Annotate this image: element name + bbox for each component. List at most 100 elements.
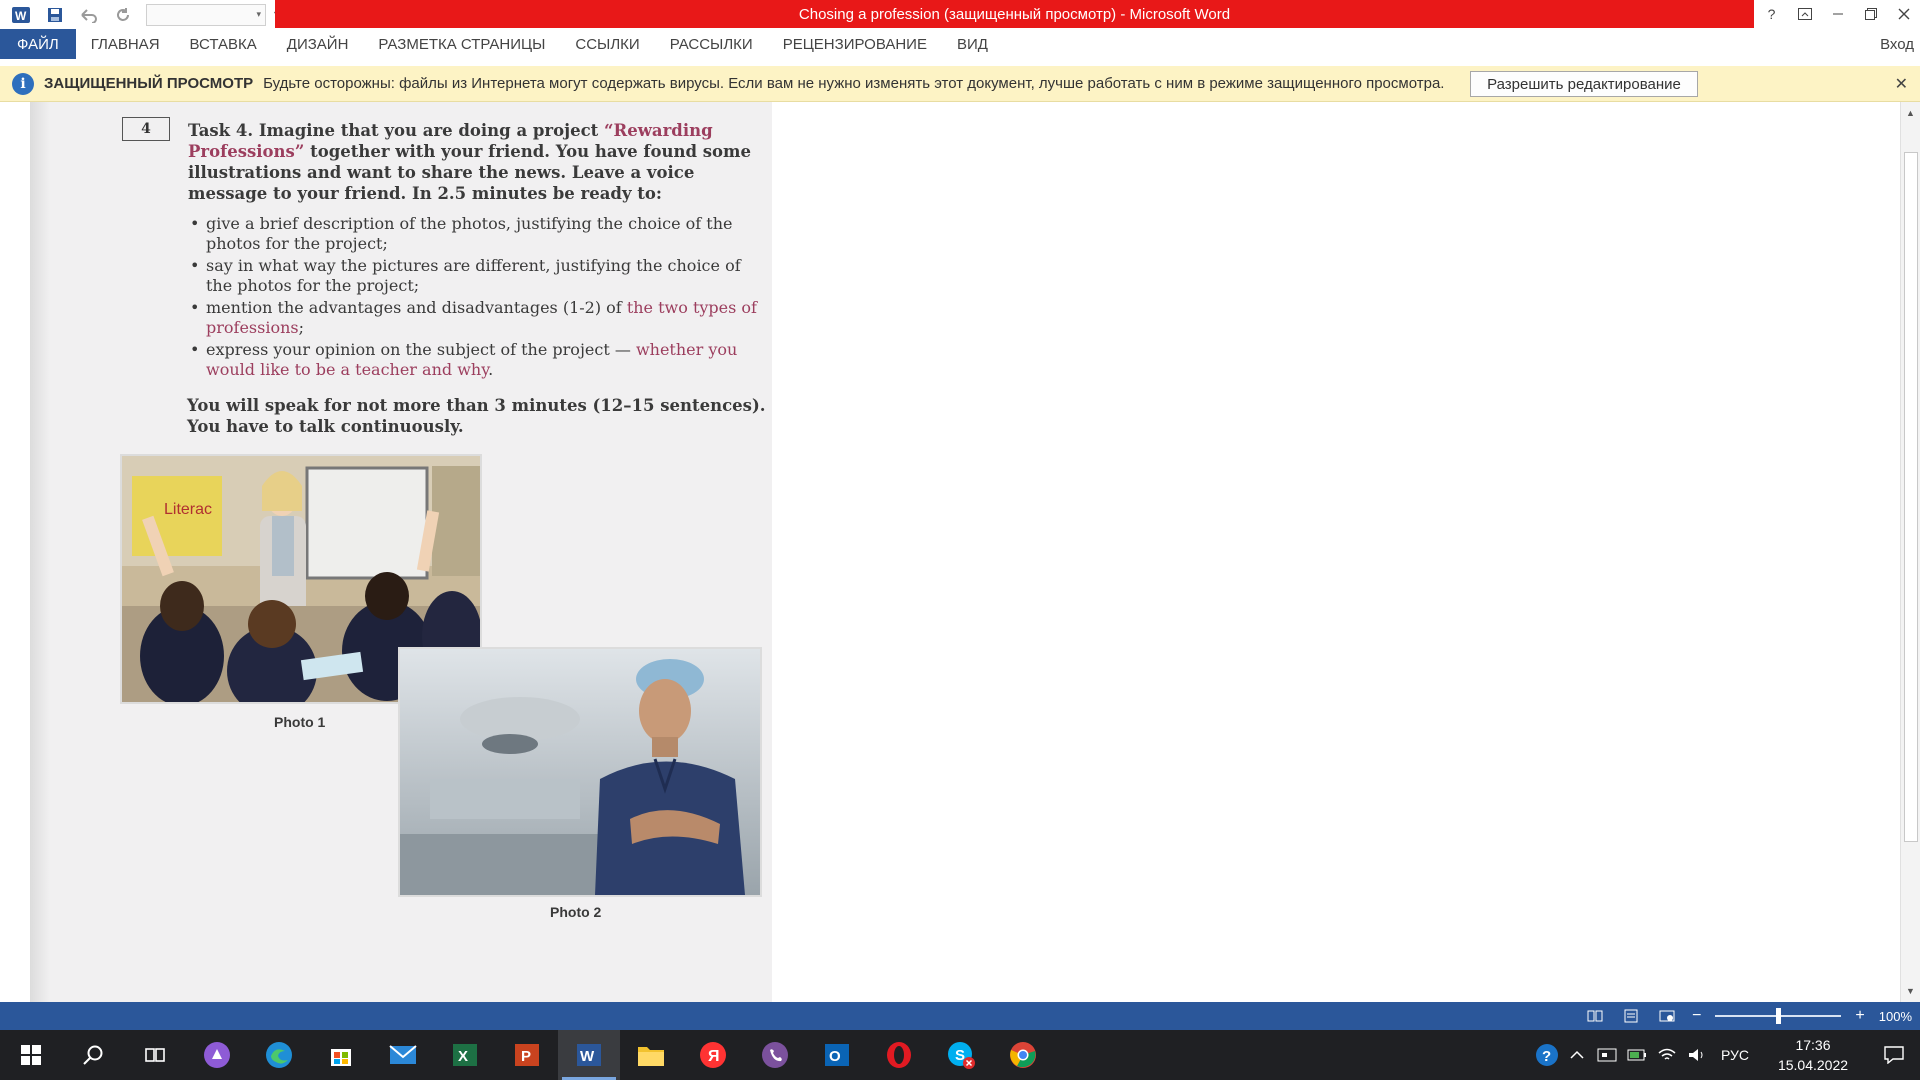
start-icon[interactable] — [0, 1030, 62, 1080]
viber-icon[interactable] — [744, 1030, 806, 1080]
protected-view-title: ЗАЩИЩЕННЫЙ ПРОСМОТР — [44, 75, 254, 92]
zoom-in-icon[interactable]: + — [1855, 1007, 1864, 1025]
help-button[interactable]: ? — [1755, 0, 1788, 28]
bullet-text: ; — [298, 317, 304, 337]
scroll-up-icon[interactable]: ▲ — [1901, 104, 1920, 122]
bullet-text: give a brief description of the photos, … — [206, 214, 733, 253]
tab-file[interactable]: ФАЙЛ — [0, 29, 76, 59]
tab-insert[interactable]: ВСТАВКА — [175, 29, 272, 59]
scroll-thumb[interactable] — [1904, 152, 1918, 842]
svg-text:?: ? — [1542, 1048, 1551, 1065]
action-center-icon[interactable] — [1868, 1030, 1920, 1080]
file-explorer-icon[interactable] — [620, 1030, 682, 1080]
tab-references[interactable]: ССЫЛКИ — [560, 29, 654, 59]
task-bullet-list: give a brief description of the photos, … — [188, 214, 768, 382]
undo-icon[interactable] — [74, 2, 104, 28]
task-view-icon[interactable] — [124, 1030, 186, 1080]
clock-time: 17:36 — [1795, 1037, 1831, 1053]
store-icon[interactable] — [310, 1030, 372, 1080]
bullet-text: . — [488, 359, 494, 379]
board-text: Literac — [164, 501, 212, 518]
font-size-combo[interactable]: ▾ — [146, 3, 266, 26]
status-bar-right: − + 100% — [1584, 1002, 1912, 1030]
web-layout-icon[interactable] — [1656, 1007, 1678, 1025]
edge-icon[interactable] — [248, 1030, 310, 1080]
tab-page-layout[interactable]: РАЗМЕТКА СТРАНИЦЫ — [363, 29, 560, 59]
windows-taskbar: X P W Я O S ? РУС 17:36 15.04.2022 — [0, 1030, 1920, 1080]
language-indicator[interactable]: РУС — [1712, 1047, 1758, 1063]
protected-view-bar: i ЗАЩИЩЕННЫЙ ПРОСМОТР Будьте осторожны: … — [0, 66, 1920, 102]
task-intro: Task 4. Imagine that you are doing a pro… — [188, 121, 605, 140]
svg-text:Я: Я — [708, 1048, 720, 1065]
system-tray: ? РУС 17:36 15.04.2022 — [1532, 1030, 1920, 1080]
tab-design[interactable]: ДИЗАЙН — [272, 29, 364, 59]
scanned-page: 4 Task 4. Imagine that you are doing a p… — [30, 102, 772, 1002]
ribbon-display-options-icon[interactable] — [1788, 0, 1821, 28]
zoom-slider-thumb[interactable] — [1776, 1008, 1782, 1024]
quick-access-toolbar: W ▾ ▾ — [0, 0, 284, 29]
minimize-icon[interactable] — [1821, 0, 1854, 28]
clock-date: 15.04.2022 — [1777, 1057, 1849, 1073]
chrome-icon[interactable] — [992, 1030, 1054, 1080]
read-mode-icon[interactable] — [1584, 1007, 1606, 1025]
window-controls: ? — [1755, 0, 1920, 29]
speak-note-line: You will speak for not more than 3 minut… — [187, 396, 766, 415]
enable-editing-button[interactable]: Разрешить редактирование — [1470, 71, 1698, 97]
photo-2-caption: Photo 2 — [550, 904, 602, 920]
bullet-text: express your opinion on the subject of t… — [206, 340, 636, 359]
print-layout-icon[interactable] — [1620, 1007, 1642, 1025]
svg-text:P: P — [521, 1048, 531, 1065]
search-icon[interactable] — [62, 1030, 124, 1080]
info-shield-icon: i — [12, 72, 34, 95]
list-item: express your opinion on the subject of t… — [188, 340, 768, 379]
task-heading: Task 4. Imagine that you are doing a pro… — [188, 120, 768, 204]
save-icon[interactable] — [40, 2, 70, 28]
tab-view[interactable]: ВИД — [942, 29, 1003, 59]
close-icon[interactable] — [1887, 0, 1920, 28]
clock[interactable]: 17:36 15.04.2022 — [1758, 1035, 1868, 1075]
window-title: Chosing a profession (защищенный просмот… — [275, 0, 1754, 28]
speaking-instructions: You will speak for not more than 3 minut… — [187, 395, 767, 437]
excel-icon[interactable]: X — [434, 1030, 496, 1080]
ribbon-tabs: ФАЙЛ ГЛАВНАЯ ВСТАВКА ДИЗАЙН РАЗМЕТКА СТР… — [0, 29, 1920, 59]
battery-icon[interactable] — [1622, 1030, 1652, 1080]
mail-icon[interactable] — [372, 1030, 434, 1080]
zoom-level[interactable]: 100% — [1879, 1009, 1912, 1024]
task-number-box: 4 — [122, 117, 170, 141]
tab-mailings[interactable]: РАССЫЛКИ — [655, 29, 768, 59]
powerpoint-icon[interactable]: P — [496, 1030, 558, 1080]
opera-icon[interactable] — [868, 1030, 930, 1080]
yandex-icon[interactable]: Я — [682, 1030, 744, 1080]
tab-review[interactable]: РЕЦЕНЗИРОВАНИЕ — [768, 29, 942, 59]
show-hidden-icons-icon[interactable] — [1562, 1030, 1592, 1080]
list-item: give a brief description of the photos, … — [188, 214, 768, 253]
bullet-text: say in what way the pictures are differe… — [206, 256, 741, 295]
help-tray-icon[interactable]: ? — [1532, 1030, 1562, 1080]
svg-text:W: W — [580, 1048, 595, 1065]
close-bar-icon[interactable]: ✕ — [1895, 74, 1908, 94]
redo-icon[interactable] — [108, 2, 138, 28]
zoom-slider[interactable] — [1715, 1008, 1842, 1024]
list-item: mention the advantages and disadvantages… — [188, 298, 768, 337]
zoom-out-icon[interactable]: − — [1692, 1007, 1701, 1025]
document-area[interactable]: 4 Task 4. Imagine that you are doing a p… — [0, 102, 1900, 1002]
restore-icon[interactable] — [1854, 0, 1887, 28]
word-app-icon[interactable]: W — [6, 2, 36, 28]
bullet-text: mention the advantages and disadvantages… — [206, 298, 627, 317]
word-taskbar-icon[interactable]: W — [558, 1030, 620, 1080]
pen-workspace-icon[interactable] — [186, 1030, 248, 1080]
scroll-down-icon[interactable]: ▼ — [1901, 982, 1920, 1000]
tab-home[interactable]: ГЛАВНАЯ — [76, 29, 175, 59]
vertical-scrollbar[interactable]: ▲ ▼ — [1900, 102, 1920, 1002]
list-item: say in what way the pictures are differe… — [188, 256, 768, 295]
outlook-icon[interactable]: O — [806, 1030, 868, 1080]
volume-icon[interactable] — [1682, 1030, 1712, 1080]
page-edge-shadow — [30, 102, 50, 1002]
skype-icon[interactable]: S — [930, 1030, 992, 1080]
wifi-icon[interactable] — [1652, 1030, 1682, 1080]
svg-text:W: W — [15, 9, 27, 23]
sign-in-link[interactable]: Вход — [1880, 29, 1914, 59]
photo-surgeon — [398, 647, 762, 897]
network-adapter-icon[interactable] — [1592, 1030, 1622, 1080]
speak-note-line: You have to talk continuously. — [187, 417, 464, 436]
